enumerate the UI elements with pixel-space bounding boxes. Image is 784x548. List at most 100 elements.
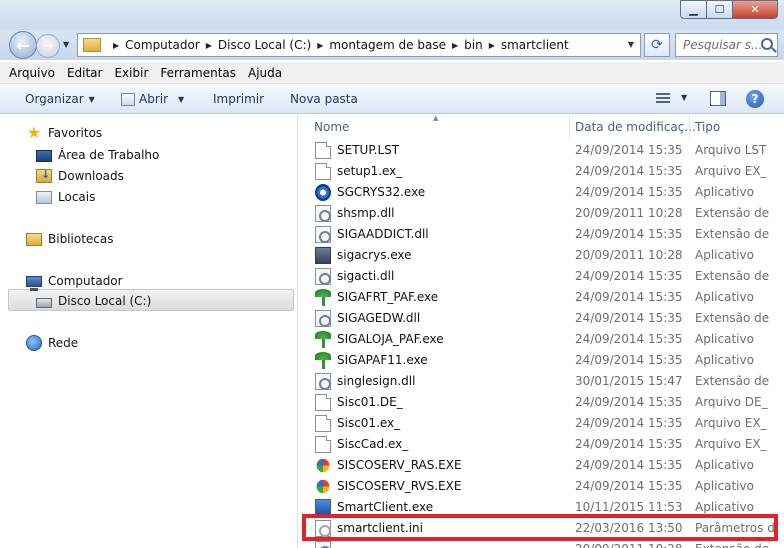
- file-date: 24/09/2014 15:35: [575, 311, 683, 325]
- column-header-date[interactable]: Data de modificaç...: [575, 120, 696, 134]
- file-row[interactable]: Sisc01.ex_ 24/09/2014 15:35 Arquivo EX_: [298, 413, 784, 434]
- file-date: 20/09/2011 10:28: [575, 206, 683, 220]
- nav-item-rede[interactable]: Rede: [26, 333, 78, 353]
- file-name: Sisc01.ex_: [337, 416, 401, 430]
- file-row[interactable]: SETUP.LST 24/09/2014 15:35 Arquivo LST: [298, 140, 784, 161]
- breadcrumb-computador[interactable]: Computador: [125, 38, 200, 52]
- recent-pages-dropdown-icon[interactable]: ▼: [63, 40, 69, 49]
- breadcrumb-smartclient[interactable]: smartclient: [501, 38, 569, 52]
- navigation-bar: ← → ▼ ▶ Computador ▶ Disco Local (C:) ▶ …: [0, 30, 784, 60]
- file-row[interactable]: SIGALOJA_PAF.exe 24/09/2014 15:35 Aplicati…: [298, 329, 784, 350]
- preview-pane-icon[interactable]: [710, 91, 726, 106]
- column-header-name[interactable]: Nome: [314, 120, 349, 134]
- file-row[interactable]: singlesign.dll 30/01/2015 15:47 Extensão d…: [298, 371, 784, 392]
- organize-button[interactable]: Organizar ▼: [25, 92, 95, 106]
- search-placeholder: Pesquisar s...: [683, 38, 763, 52]
- nav-item-bibliotecas[interactable]: Bibliotecas: [26, 229, 113, 249]
- view-options-chevron-icon[interactable]: ▼: [681, 93, 687, 102]
- refresh-button[interactable]: ⟳: [644, 33, 670, 57]
- file-date: 24/09/2014 15:35: [575, 164, 683, 178]
- breadcrumb-montagem-de-base[interactable]: montagem de base: [329, 38, 446, 52]
- file-type: Aplicativo: [695, 290, 754, 304]
- file-row[interactable]: setup1.ex_ 24/09/2014 15:35 Arquivo EX_: [298, 161, 784, 182]
- breadcrumb-chevron-icon[interactable]: ▶: [113, 41, 119, 50]
- palm-tree-app-icon: [315, 331, 331, 348]
- nav-item-locais[interactable]: Locais: [36, 187, 95, 207]
- downloads-folder-icon: [36, 168, 52, 183]
- file-row[interactable]: SGCRYS32.exe 24/09/2014 15:35 Aplicativo: [298, 182, 784, 203]
- breadcrumb-chevron-icon[interactable]: ▶: [489, 41, 495, 50]
- application-icon: [315, 247, 331, 264]
- file-date: 24/09/2014 15:35: [575, 143, 683, 157]
- nav-item-downloads[interactable]: Downloads: [36, 166, 124, 186]
- change-view-icon[interactable]: [656, 93, 670, 105]
- file-row[interactable]: SiscCad.ex_ 24/09/2014 15:35 Arquivo EX_: [298, 434, 784, 455]
- file-type: Extensão de: [695, 542, 784, 548]
- palm-tree-app-icon: [315, 352, 331, 369]
- chevron-down-icon: ▼: [88, 94, 95, 104]
- dll-file-icon: [315, 205, 331, 222]
- nav-item-favoritos[interactable]: ★ Favoritos: [26, 123, 102, 143]
- new-folder-button[interactable]: Nova pasta: [290, 92, 358, 106]
- breadcrumb-chevron-icon[interactable]: ▶: [206, 41, 212, 50]
- breadcrumb-chevron-icon[interactable]: ▶: [317, 41, 323, 50]
- column-divider[interactable]: [689, 115, 690, 139]
- breadcrumb-bin[interactable]: bin: [464, 38, 483, 52]
- breadcrumb-chevron-icon[interactable]: ▶: [452, 41, 458, 50]
- address-dropdown-icon[interactable]: ▼: [628, 40, 634, 49]
- open-label: Abrir: [139, 92, 169, 106]
- file-type: Extensão de: [695, 311, 770, 325]
- file-type: Extensão de: [695, 206, 770, 220]
- crystal-app-icon: [315, 184, 331, 201]
- address-bar[interactable]: ▶ Computador ▶ Disco Local (C:) ▶ montag…: [77, 33, 641, 57]
- menu-ferramentas[interactable]: Ferramentas: [160, 66, 236, 80]
- nav-item-disco-local[interactable]: Disco Local (C:): [36, 291, 151, 311]
- file-row[interactable]: sigacrys.exe 20/09/2011 10:28 Aplicativo: [298, 245, 784, 266]
- nav-item-label: Favoritos: [48, 126, 103, 140]
- file-name: Sisc01.DE_: [337, 395, 403, 409]
- file-date: 24/09/2014 15:35: [575, 395, 683, 409]
- help-icon[interactable]: ?: [746, 90, 764, 108]
- file-name: sigacrys.exe: [337, 248, 412, 262]
- column-divider[interactable]: [569, 115, 570, 139]
- new-folder-label: Nova pasta: [290, 92, 358, 106]
- file-row[interactable]: SIGAGEDW.dll 24/09/2014 15:35 Extensão de: [298, 308, 784, 329]
- file-name: SIGAADDICT.dll: [337, 227, 429, 241]
- file-row[interactable]: SIGAFRT_PAF.exe 24/09/2014 15:35 Aplicativ…: [298, 287, 784, 308]
- star-icon: ★: [26, 123, 42, 142]
- dll-file-icon: [315, 373, 331, 390]
- navigation-pane: ★ Favoritos Área de Trabalho Downloads L…: [0, 115, 297, 548]
- file-row[interactable]: SIGAADDICT.dll 24/09/2014 15:35 Extensão d…: [298, 224, 784, 245]
- breadcrumb-disco-local[interactable]: Disco Local (C:): [218, 38, 311, 52]
- back-arrow-icon: ←: [16, 35, 30, 55]
- file-type: Aplicativo: [695, 248, 754, 262]
- file-date: 24/09/2014 15:35: [575, 458, 683, 472]
- search-input[interactable]: Pesquisar s...: [675, 33, 778, 57]
- nav-item-computador[interactable]: Computador: [26, 271, 123, 291]
- maximize-button[interactable]: ☐: [707, 0, 733, 19]
- print-button[interactable]: Imprimir: [213, 92, 264, 106]
- nav-item-area-de-trabalho[interactable]: Área de Trabalho: [36, 145, 159, 165]
- folder-icon: [83, 38, 101, 52]
- file-row[interactable]: SISCOSERV_RVS.EXE 24/09/2014 15:35 Aplicat…: [298, 476, 784, 497]
- forward-button[interactable]: →: [36, 34, 60, 58]
- file-row[interactable]: Sisc01.DE_ 24/09/2014 15:35 Arquivo DE_: [298, 392, 784, 413]
- file-row[interactable]: SISCOSERV_RAS.EXE 24/09/2014 15:35 Aplicat…: [298, 455, 784, 476]
- open-button[interactable]: Abrir ▼: [121, 92, 184, 106]
- file-date: 20/09/2011 10:28: [575, 542, 683, 548]
- column-header-type[interactable]: Tipo: [695, 120, 720, 134]
- menu-exibir[interactable]: Exibir: [114, 66, 148, 80]
- menu-editar[interactable]: Editar: [67, 66, 103, 80]
- file-row[interactable]: shsmp.dll 20/09/2011 10:28 Extensão de: [298, 203, 784, 224]
- menu-arquivo[interactable]: Arquivo: [9, 66, 55, 80]
- minimize-button[interactable]: ▁: [680, 0, 707, 19]
- dll-file-icon: [315, 226, 331, 243]
- close-button[interactable]: ✕: [733, 0, 778, 19]
- file-row[interactable]: sigacti.dll 24/09/2014 15:35 Extensão de: [298, 266, 784, 287]
- file-type: Extensão de: [695, 269, 770, 283]
- menu-ajuda[interactable]: Ajuda: [248, 66, 282, 80]
- file-name: SiscCad.ex_: [337, 437, 409, 451]
- file-date: 30/01/2015 15:47: [575, 374, 683, 388]
- file-row[interactable]: SIGAPAF11.exe 24/09/2014 15:35 Aplicativo: [298, 350, 784, 371]
- back-button[interactable]: ←: [9, 31, 37, 59]
